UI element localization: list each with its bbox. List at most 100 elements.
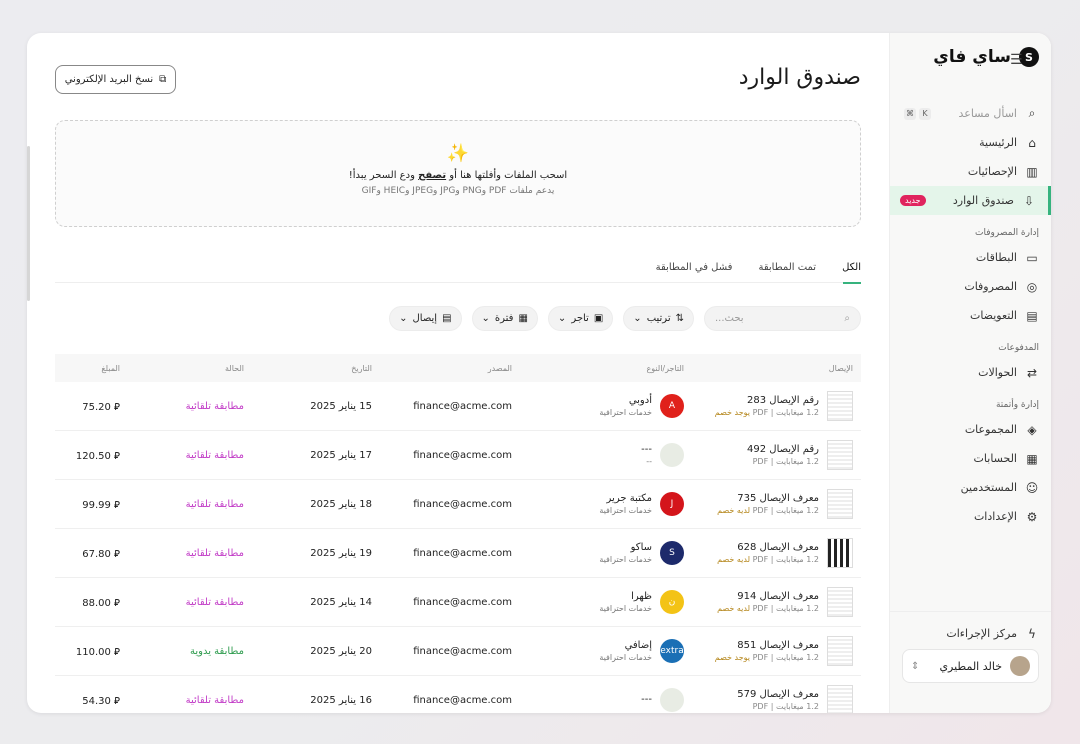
key-k: K — [919, 107, 931, 120]
amount-value: 67.80 — [82, 548, 111, 560]
search-input[interactable]: ⌕ بحث... — [704, 306, 861, 331]
col-date[interactable]: التاريخ — [244, 364, 376, 373]
status-badge: مطابقة يدوية — [190, 645, 244, 657]
table-row[interactable]: معرف الإيصال 735 1.2 ميغابايت | PDF لديه … — [55, 480, 861, 529]
merchant-filter[interactable]: ▣ تاجر ⌄ — [547, 306, 614, 331]
table-row[interactable]: معرف الإيصال 914 1.2 ميغابايت | PDF لديه … — [55, 578, 861, 627]
receipt-cell: معرف الإيصال 579 1.2 ميغابايت | PDF — [688, 685, 861, 713]
col-merchant[interactable]: التاجر/النوع — [512, 364, 688, 373]
search-placeholder: بحث... — [715, 313, 744, 324]
sparkles-icon: ✨ — [446, 143, 470, 164]
riyal-icon: ⃁ — [110, 548, 120, 560]
discount-tag: لديه خصم — [717, 604, 751, 613]
dropzone-text: اسحب الملفات وأفلتها هنا أو تصفح ودع الس… — [56, 170, 860, 181]
table-row[interactable]: رقم الإيصال 283 1.2 ميغابايت | PDF يوجد خ… — [55, 382, 861, 431]
sidebar-item[interactable]: ▭ البطاقات — [890, 243, 1051, 272]
sidebar-item[interactable]: ◎ المصروفات — [890, 272, 1051, 301]
actions-center[interactable]: ϟ مركز الإجراءات — [890, 611, 1051, 648]
sidebar-item[interactable]: ⇩ صندوق الوارد جديد — [890, 186, 1051, 215]
browse-link[interactable]: تصفح — [418, 170, 446, 181]
merchant-type: خدمات احترافية — [599, 653, 652, 662]
menu-icon[interactable]: ☰ — [1010, 52, 1023, 68]
riyal-icon: ⃁ — [110, 646, 120, 658]
amount-cell: ⃁ 110.00 — [55, 645, 124, 658]
tab-all[interactable]: الكل — [816, 259, 861, 284]
sidebar-section-title: إدارة المصروفات — [974, 228, 1039, 238]
sidebar-item[interactable]: ⌂ الرئيسية — [890, 128, 1051, 157]
table-row[interactable]: معرف الإيصال 579 1.2 ميغابايت | PDF --- fin… — [55, 676, 861, 713]
source-cell: finance@acme.com — [413, 547, 512, 559]
receipt-cell: رقم الإيصال 492 1.2 ميغابايت | PDF — [688, 440, 861, 470]
accounts-icon: ▦ — [1026, 451, 1038, 466]
sort-filter[interactable]: ⇅ ترتيب ⌄ — [623, 306, 694, 331]
receipt-thumbnail[interactable] — [827, 685, 853, 713]
amount-value: 120.50 — [75, 450, 111, 462]
coins-icon: ◎ — [1026, 279, 1038, 294]
main-content: صندوق الوارد ⧉ نسخ البريد الإلكتروني ✨ ا… — [27, 33, 889, 713]
amount-cell: ⃁ 67.80 — [55, 547, 124, 560]
upload-dropzone[interactable]: ✨ اسحب الملفات وأفلتها هنا أو تصفح ودع ا… — [55, 120, 861, 227]
source-cell: finance@acme.com — [413, 694, 512, 706]
sidebar-section-title: إدارة وأتمتة — [995, 400, 1039, 410]
receipt-id: معرف الإيصال 851 — [737, 640, 819, 651]
merchant-name: ظهرا — [631, 591, 652, 602]
sidebar: S ساي فاي ☰ ⌕ اسأل مساعد K ⌘ ⌂ الرئيسية ▥ الإحص… — [889, 33, 1051, 713]
assistant-search[interactable]: ⌕ اسأل مساعد K ⌘ — [890, 99, 1051, 128]
app-window: S ساي فاي ☰ ⌕ اسأل مساعد K ⌘ ⌂ الرئيسية ▥ الإحص… — [27, 33, 1051, 713]
receipt-thumbnail[interactable] — [827, 391, 853, 421]
receipt-thumbnail[interactable] — [827, 440, 853, 470]
date-cell: 17 يناير 2025 — [310, 449, 372, 461]
sidebar-item[interactable]: ▦ الحسابات — [890, 444, 1051, 473]
amount-cell: ⃁ 120.50 — [55, 449, 124, 462]
sidebar-item[interactable]: ▥ الإحصائيات — [890, 157, 1051, 186]
receipt-id: معرف الإيصال 628 — [737, 542, 819, 553]
users-icon: ☺ — [1025, 480, 1039, 495]
receipt-thumbnail[interactable] — [827, 636, 853, 666]
table-row[interactable]: رقم الإيصال 492 1.2 ميغابايت | PDF --- -- fi… — [55, 431, 861, 480]
table-row[interactable]: معرف الإيصال 628 1.2 ميغابايت | PDF لديه … — [55, 529, 861, 578]
period-filter[interactable]: ▦ فترة ⌄ — [471, 306, 538, 331]
merchant-name: ساكو — [630, 542, 652, 553]
stats-icon: ▥ — [1026, 164, 1038, 179]
sidebar-item[interactable]: ⇄ الحوالات — [890, 358, 1051, 387]
user-switcher[interactable]: خالد المطيري ⇕ — [902, 649, 1039, 683]
merchant-type: -- — [646, 457, 652, 466]
sidebar-item[interactable]: ⚙ الإعدادات — [890, 502, 1051, 531]
dropzone-text-pre: اسحب الملفات وأفلتها هنا أو — [446, 170, 568, 181]
inbox-icon: ⇩ — [1023, 193, 1035, 208]
brand-logo[interactable]: S ساي فاي — [933, 47, 1039, 67]
sidebar-item-label: الحوالات — [978, 366, 1017, 379]
receipt-thumbnail[interactable] — [827, 538, 853, 568]
merchant-type: خدمات احترافية — [599, 408, 652, 417]
sidebar-section-title: المدفوعات — [998, 343, 1039, 353]
receipt-thumbnail[interactable] — [827, 587, 853, 617]
merchant-name: أدوبي — [628, 395, 652, 406]
scrollbar[interactable] — [27, 146, 30, 301]
receipt-thumbnail[interactable] — [827, 489, 853, 519]
riyal-icon: ⃁ — [110, 401, 120, 413]
tab-matched[interactable]: تمت المطابقة — [732, 259, 816, 283]
receipt-meta: 1.2 ميغابايت | PDF — [752, 702, 819, 711]
receipt-filter[interactable]: ▤ إيصال ⌄ — [389, 306, 462, 331]
merchant-cell: A أدوبي خدمات احترافية — [512, 394, 688, 418]
copy-email-button[interactable]: ⧉ نسخ البريد الإلكتروني — [55, 65, 176, 94]
sidebar-item[interactable]: ☺ المستخدمين — [890, 473, 1051, 502]
merchant-label: تاجر — [571, 313, 589, 324]
table-row[interactable]: معرف الإيصال 851 1.2 ميغابايت | PDF يوجد … — [55, 627, 861, 676]
col-amount[interactable]: المبلغ — [55, 364, 124, 373]
source-cell: finance@acme.com — [413, 449, 512, 461]
riyal-icon: ⃁ — [110, 597, 120, 609]
riyal-icon: ⃁ — [110, 499, 120, 511]
col-source[interactable]: المصدر — [376, 364, 512, 373]
inbox-tabs: الكل تمت المطابقة فشل في المطابقة — [55, 259, 861, 284]
sidebar-item[interactable]: ◈ المجموعات — [890, 415, 1051, 444]
merchant-name: مكتبة جرير — [606, 493, 652, 504]
col-status[interactable]: الحالة — [124, 364, 244, 373]
receipt-cell: معرف الإيصال 851 1.2 ميغابايت | PDF يوجد … — [688, 636, 861, 666]
date-cell: 19 يناير 2025 — [310, 547, 372, 559]
merchant-cell: --- — [512, 688, 688, 712]
merchant-name: --- — [641, 444, 652, 455]
sidebar-item[interactable]: ▤ التعويضات — [890, 301, 1051, 330]
col-receipt[interactable]: الإيصال — [688, 364, 861, 373]
tab-failed[interactable]: فشل في المطابقة — [630, 259, 733, 283]
